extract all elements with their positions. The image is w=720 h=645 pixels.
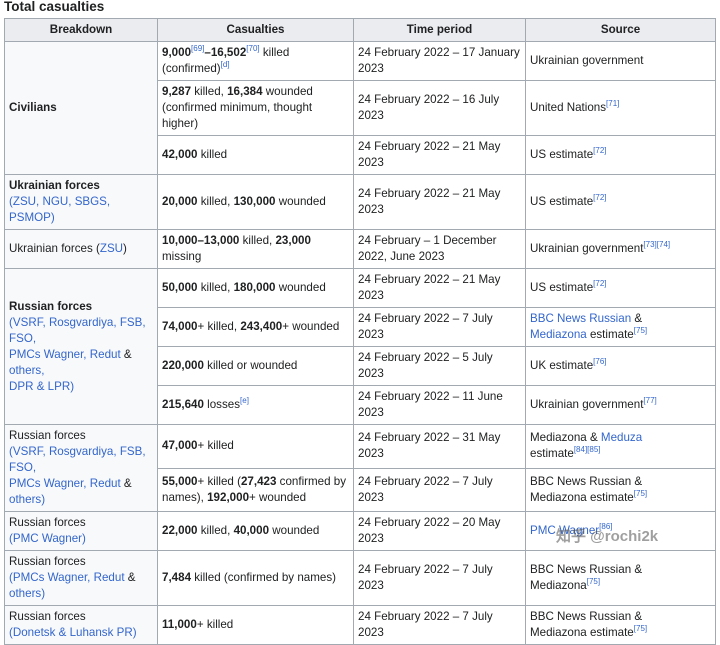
mediazona-link[interactable]: Mediazona bbox=[530, 328, 587, 341]
group-russian-forces-2: Russian forces (VSRF, Rosgvardiya, FSB, … bbox=[4, 424, 158, 512]
group-russian-pmcs: Russian forces (PMCs Wagner, Redut & oth… bbox=[4, 550, 158, 606]
source-cell: BBC News Russian & Mediazona estimate[75… bbox=[525, 605, 716, 645]
table-row: Ukrainian forces (ZSU, NGU, SBGS, PSMOP)… bbox=[4, 174, 716, 230]
group-russian-forces: Russian forces (VSRF, Rosgvardiya, FSB, … bbox=[4, 268, 158, 425]
casualties-cell: 20,000 killed, 130,000 wounded bbox=[157, 174, 354, 230]
meduza-link[interactable]: Meduza bbox=[601, 431, 642, 444]
period-cell: 24 February – 1 December 2022, June 2023 bbox=[353, 229, 526, 269]
period-cell: 24 February 2022 – 21 May 2023 bbox=[353, 268, 526, 308]
casualties-section: Total casualties Breakdown Casualties Ti… bbox=[0, 0, 720, 645]
casualties-cell: 215,640 losses[e] bbox=[157, 385, 354, 425]
casualties-cell: 50,000 killed, 180,000 wounded bbox=[157, 268, 354, 308]
period-cell: 24 February 2022 – 17 January 2023 bbox=[353, 41, 526, 81]
watermark: 知乎 @rochi2k bbox=[556, 529, 658, 545]
source-cell: United Nations[71] bbox=[525, 80, 716, 136]
header-breakdown: Breakdown bbox=[4, 18, 158, 42]
source-cell: BBC News Russian & Mediazona estimate[75… bbox=[525, 467, 716, 512]
casualties-cell: 74,000+ killed, 243,400+ wounded bbox=[157, 307, 354, 347]
ref-link[interactable]: [73][74] bbox=[643, 240, 670, 249]
pmcs-others-link[interactable]: others) bbox=[9, 587, 45, 600]
source-cell: UK estimate[76] bbox=[525, 346, 716, 386]
header-source: Source bbox=[525, 18, 716, 42]
period-cell: 24 February 2022 – 20 May 2023 bbox=[353, 511, 526, 551]
rus-forces-link[interactable]: (VSRF, Rosgvardiya, FSB, FSO, bbox=[9, 316, 146, 345]
ukr-forces-link[interactable]: (ZSU, NGU, SBGS, PSMOP) bbox=[9, 195, 110, 224]
source-cell: Mediazona & Meduza estimate[84][85] bbox=[525, 424, 716, 469]
ref-link[interactable]: [75] bbox=[634, 326, 647, 335]
casualties-cell: 220,000 killed or wounded bbox=[157, 346, 354, 386]
period-cell: 24 February 2022 – 21 May 2023 bbox=[353, 174, 526, 230]
group-russian-wagner: Russian forces (PMC Wagner) bbox=[4, 511, 158, 551]
ref-link[interactable]: [75] bbox=[634, 489, 647, 498]
ref-link[interactable]: [71] bbox=[606, 99, 619, 108]
dlpr-link[interactable]: (Donetsk & Luhansk PR) bbox=[9, 626, 137, 639]
period-cell: 24 February 2022 – 31 May 2023 bbox=[353, 424, 526, 469]
table-row: Russian forces (VSRF, Rosgvardiya, FSB, … bbox=[4, 424, 716, 512]
rus-others-link[interactable]: others, bbox=[9, 364, 44, 377]
table-row: Russian forces (Donetsk & Luhansk PR) 11… bbox=[4, 605, 716, 645]
header-row: Breakdown Casualties Time period Source bbox=[4, 18, 716, 42]
ref-link[interactable]: [77] bbox=[643, 396, 656, 405]
table-row: Russian forces (VSRF, Rosgvardiya, FSB, … bbox=[4, 268, 716, 425]
period-cell: 24 February 2022 – 7 July 2023 bbox=[353, 550, 526, 606]
ref-link[interactable]: [76] bbox=[593, 357, 606, 366]
ref-link[interactable]: [75] bbox=[587, 577, 600, 586]
rus-others-link-2[interactable]: others) bbox=[9, 493, 45, 506]
table-row: Russian forces (PMCs Wagner, Redut & oth… bbox=[4, 550, 716, 606]
casualties-cell: 55,000+ killed (27,423 confirmed by name… bbox=[157, 467, 354, 512]
bbc-link[interactable]: BBC News Russian bbox=[530, 312, 631, 325]
source-cell: US estimate[72] bbox=[525, 268, 716, 308]
source-cell: US estimate[72] bbox=[525, 174, 716, 230]
source-cell: Ukrainian government[73][74] bbox=[525, 229, 716, 269]
pmcs-link[interactable]: (PMCs Wagner, Redut bbox=[9, 571, 125, 584]
period-cell: 24 February 2022 – 7 July 2023 bbox=[353, 467, 526, 512]
rus-pmc-link-2[interactable]: PMCs Wagner, Redut bbox=[9, 477, 121, 490]
dpr-lpr-link[interactable]: DPR & LPR) bbox=[9, 380, 74, 393]
ref-link[interactable]: [d] bbox=[221, 60, 230, 69]
period-cell: 24 February 2022 – 7 July 2023 bbox=[353, 605, 526, 645]
group-russian-dlpr: Russian forces (Donetsk & Luhansk PR) bbox=[4, 605, 158, 645]
period-cell: 24 February 2022 – 16 July 2023 bbox=[353, 80, 526, 136]
source-cell: BBC News Russian & Mediazona[75] bbox=[525, 550, 716, 606]
watermark-text: 知乎 @rochi2k bbox=[556, 528, 659, 545]
casualties-cell: 9,287 killed, 16,384 wounded (confirmed … bbox=[157, 80, 354, 136]
rus-pmc-link[interactable]: PMCs Wagner, Redut bbox=[9, 348, 121, 361]
ref-link[interactable]: [75] bbox=[634, 624, 647, 633]
casualties-cell: 10,000–13,000 killed, 23,000 missing bbox=[157, 229, 354, 269]
period-cell: 24 February 2022 – 21 May 2023 bbox=[353, 135, 526, 175]
group-civilians: Civilians bbox=[4, 41, 158, 175]
table-row: Ukrainian forces (ZSU) 10,000–13,000 kil… bbox=[4, 229, 716, 269]
casualties-table: Breakdown Casualties Time period Source … bbox=[4, 18, 716, 645]
source-cell: Ukrainian government bbox=[525, 41, 716, 81]
section-title: Total casualties bbox=[4, 0, 105, 14]
period-cell: 24 February 2022 – 11 June 2023 bbox=[353, 385, 526, 425]
header-casualties: Casualties bbox=[157, 18, 354, 42]
ref-link[interactable]: [69] bbox=[191, 44, 204, 53]
ref-link[interactable]: [72] bbox=[593, 193, 606, 202]
casualties-cell: 47,000+ killed bbox=[157, 424, 354, 469]
zsu-link[interactable]: ZSU bbox=[100, 242, 123, 255]
period-cell: 24 February 2022 – 5 July 2023 bbox=[353, 346, 526, 386]
source-cell: Ukrainian government[77] bbox=[525, 385, 716, 425]
table-row: Civilians 9,000[69]–16,502[70] killed (c… bbox=[4, 41, 716, 175]
casualties-cell: 11,000+ killed bbox=[157, 605, 354, 645]
ref-link[interactable]: [72] bbox=[593, 279, 606, 288]
casualties-cell: 42,000 killed bbox=[157, 135, 354, 175]
ref-link[interactable]: [84][85] bbox=[574, 445, 601, 454]
header-period: Time period bbox=[353, 18, 526, 42]
period-cell: 24 February 2022 – 7 July 2023 bbox=[353, 307, 526, 347]
source-cell: BBC News Russian & Mediazona estimate[75… bbox=[525, 307, 716, 347]
ref-link[interactable]: [72] bbox=[593, 146, 606, 155]
ref-link[interactable]: [e] bbox=[240, 396, 249, 405]
wagner-link[interactable]: (PMC Wagner) bbox=[9, 532, 86, 545]
casualties-cell: 22,000 killed, 40,000 wounded bbox=[157, 511, 354, 551]
source-cell: US estimate[72] bbox=[525, 135, 716, 175]
rus-forces-link-2[interactable]: (VSRF, Rosgvardiya, FSB, FSO, bbox=[9, 445, 146, 474]
group-ukrainian-forces: Ukrainian forces (ZSU, NGU, SBGS, PSMOP) bbox=[4, 174, 158, 230]
ref-link[interactable]: [70] bbox=[246, 44, 259, 53]
casualties-cell: 9,000[69]–16,502[70] killed (confirmed)[… bbox=[157, 41, 354, 81]
casualties-cell: 7,484 killed (confirmed by names) bbox=[157, 550, 354, 606]
group-ukrainian-forces-zsu: Ukrainian forces (ZSU) bbox=[4, 229, 158, 269]
